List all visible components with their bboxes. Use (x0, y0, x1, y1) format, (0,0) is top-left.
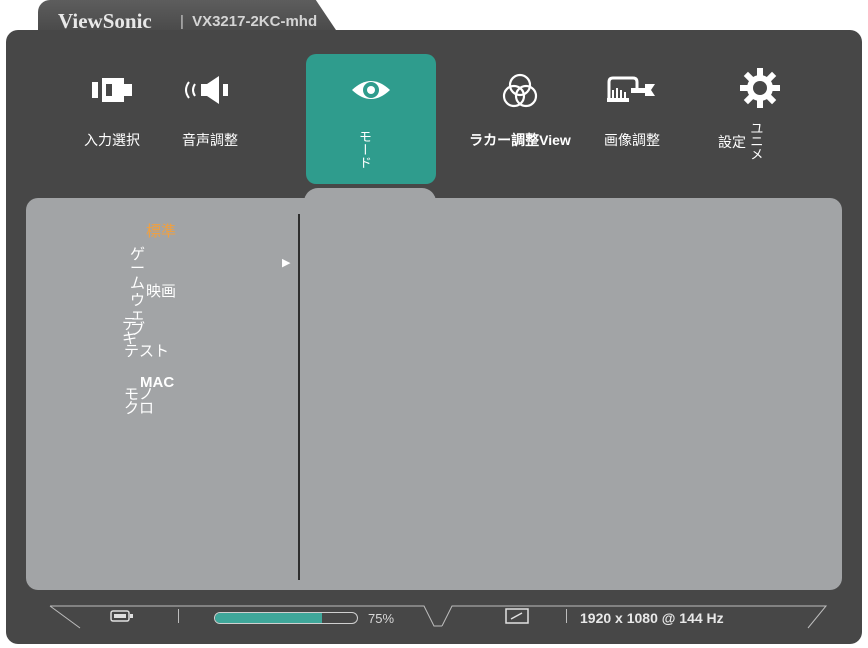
menu-item-setup[interactable]: 設定 ユニメ (700, 54, 820, 184)
menu-item-picture[interactable]: 画像調整 (572, 54, 692, 184)
menu-label-audio: 音声調整 (182, 132, 238, 148)
progress-label: 75% (368, 611, 395, 626)
menu-label-setup: 設定 ユニメ (718, 122, 764, 161)
display-icon (504, 606, 530, 631)
menu-item-audio[interactable]: 音声調整 (150, 54, 270, 184)
speaker-icon (150, 72, 270, 108)
eye-icon (306, 72, 436, 108)
submenu-item-standard[interactable]: 標準 (146, 224, 176, 239)
submenu-item-mono[interactable]: モノクロ (124, 387, 168, 417)
submenu-item-movie[interactable]: 映画 (146, 284, 176, 299)
model-label: VX3217-2KC-mhd (192, 13, 318, 30)
battery-icon (110, 609, 134, 628)
menu-label-color: ラカー調整View (469, 132, 571, 148)
menu-label-setup-suffix: ユニメ (750, 121, 764, 162)
menu-item-mode[interactable]: モード (306, 54, 436, 184)
menu-label-mode: モード (353, 130, 372, 169)
model-separator: | (180, 13, 184, 30)
gear-icon (700, 68, 820, 110)
volume-progress-fill (215, 613, 322, 623)
color-circles-icon (450, 72, 590, 112)
menu-label-picture: 画像調整 (604, 132, 660, 148)
submenu-item-test[interactable]: テスト (124, 344, 169, 359)
panel-divider (298, 214, 300, 580)
monitor-wrench-icon (572, 72, 692, 108)
status-divider-1 (178, 609, 179, 623)
brand-name: ViewSonic (58, 9, 152, 33)
resolution-readout: 1920 x 1080 @ 144 Hz (580, 610, 724, 626)
menu-label-mode-text: モード (357, 130, 372, 169)
menu-label-setup-text: 設定 (718, 134, 746, 150)
submenu-arrow-icon: ▶ (282, 257, 291, 269)
volume-progress-bar (214, 612, 358, 624)
status-divider-2 (566, 609, 567, 623)
submenu-item-game[interactable]: ゲーム (130, 247, 146, 291)
model-name: | VX3217-2KC-mhd (180, 13, 317, 30)
brand-logo: ViewSonic (58, 9, 152, 34)
submenu-item-text[interactable]: テキ (122, 317, 140, 346)
menu-item-color[interactable]: ラカー調整View (450, 54, 590, 184)
